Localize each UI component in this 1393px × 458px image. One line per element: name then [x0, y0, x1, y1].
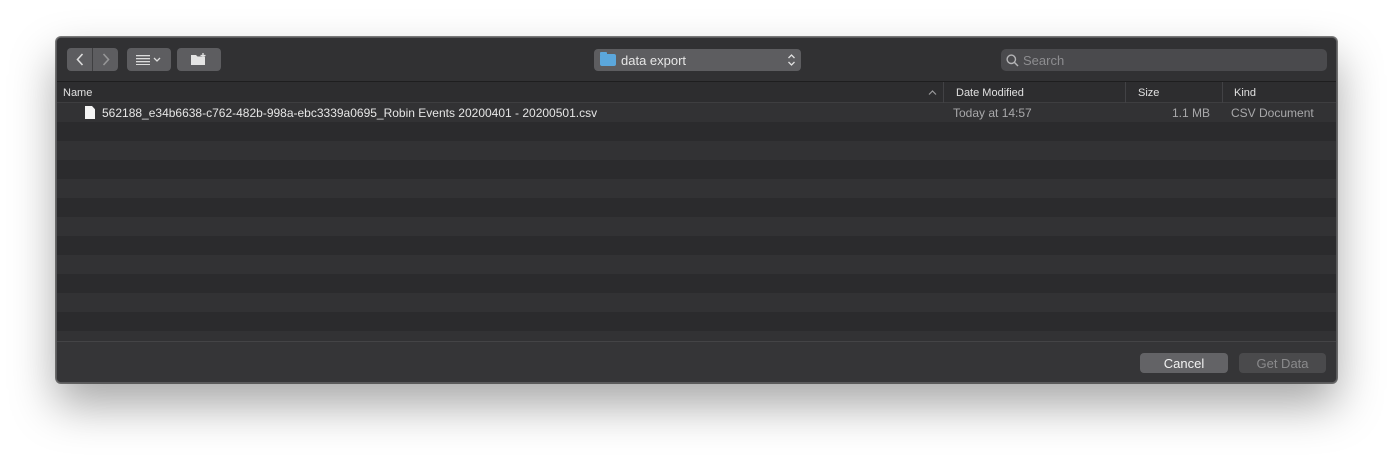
folder-icon [600, 52, 616, 66]
cancel-button[interactable]: Cancel [1140, 353, 1228, 373]
new-folder-icon [191, 53, 206, 65]
forward-button[interactable] [93, 48, 118, 71]
updown-chevron-icon [788, 54, 795, 66]
get-data-button[interactable]: Get Data [1239, 353, 1326, 373]
empty-row [57, 122, 1336, 141]
search-input[interactable] [1023, 52, 1313, 68]
column-date-label: Date Modified [956, 86, 1024, 99]
empty-row [57, 198, 1336, 217]
column-size-label: Size [1138, 86, 1160, 99]
chevron-right-icon [102, 53, 110, 66]
toolbar: data export [57, 38, 1336, 81]
dialog-footer: Cancel Get Data [57, 341, 1336, 382]
empty-row [57, 236, 1336, 255]
file-name: 562188_e34b6638-c762-482b-998a-ebc3339a0… [102, 105, 598, 120]
back-button[interactable] [67, 48, 93, 71]
list-view-icon [136, 54, 161, 65]
empty-row [57, 293, 1336, 312]
table-row[interactable]: 562188_e34b6638-c762-482b-998a-ebc3339a0… [57, 103, 1336, 122]
column-size-header[interactable]: Size [1125, 82, 1222, 103]
document-icon [85, 106, 95, 119]
new-folder-button[interactable] [177, 48, 221, 71]
column-kind-header[interactable]: Kind [1222, 82, 1336, 103]
file-open-dialog: data export Name Date Modified Size [56, 37, 1337, 383]
file-name-cell: 562188_e34b6638-c762-482b-998a-ebc3339a0… [85, 103, 597, 122]
chevron-left-icon [75, 53, 83, 66]
empty-row [57, 160, 1336, 179]
column-name-label: Name [63, 86, 93, 99]
search-icon [1006, 53, 1019, 67]
empty-row [57, 141, 1336, 160]
empty-row [57, 217, 1336, 236]
location-label: data export [621, 52, 687, 68]
empty-row [57, 274, 1336, 293]
column-date-header[interactable]: Date Modified [943, 82, 1125, 103]
file-size-cell: 1.1 MB [1171, 105, 1210, 120]
file-list[interactable]: 562188_e34b6638-c762-482b-998a-ebc3339a0… [57, 103, 1336, 343]
navigation-buttons [67, 48, 118, 71]
column-header: Name Date Modified Size Kind [57, 81, 1336, 103]
empty-row [57, 255, 1336, 274]
view-options-button[interactable] [127, 48, 171, 71]
location-popup[interactable]: data export [594, 49, 801, 71]
column-name-header[interactable]: Name [57, 82, 943, 103]
empty-row [57, 179, 1336, 198]
empty-row [57, 312, 1336, 331]
sort-ascending-icon [928, 90, 937, 95]
column-kind-label: Kind [1234, 86, 1257, 99]
file-kind-cell: CSV Document [1231, 105, 1314, 120]
search-field[interactable] [1001, 49, 1327, 71]
file-date-cell: Today at 14:57 [953, 105, 1032, 120]
